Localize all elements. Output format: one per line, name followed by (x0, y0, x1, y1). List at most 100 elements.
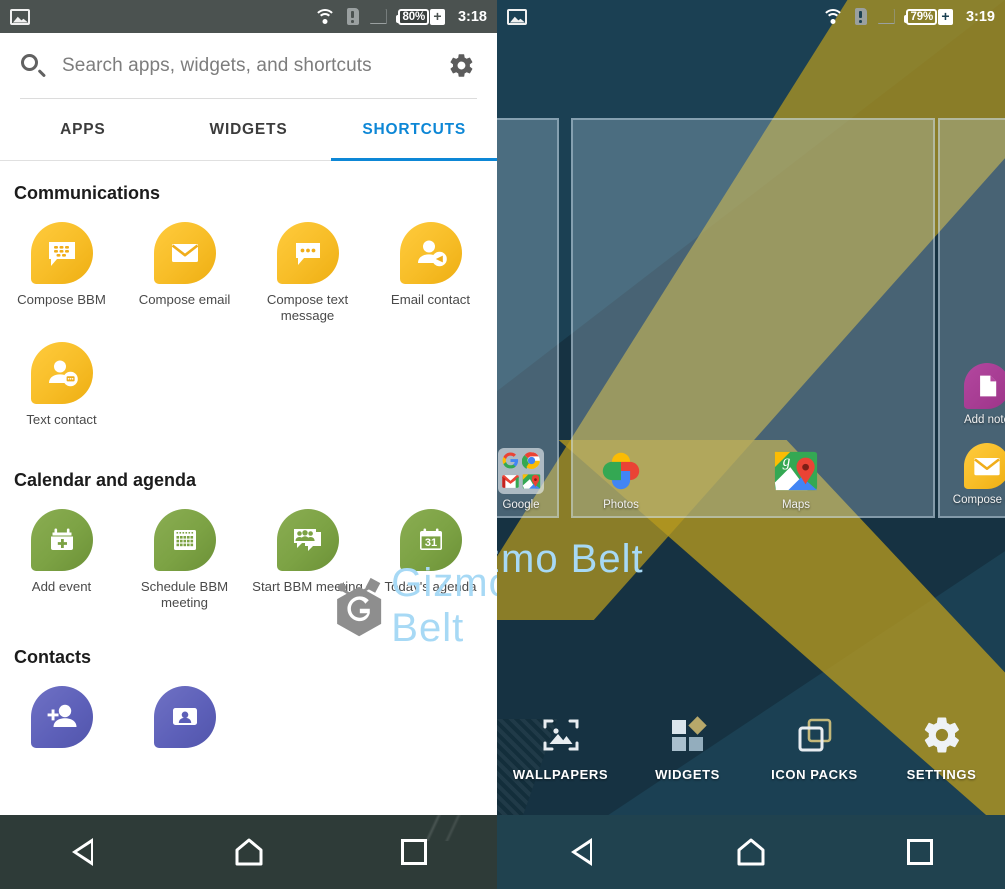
toolbar-settings-button[interactable]: SETTINGS (878, 714, 1005, 782)
home-icon-photos[interactable]: Photos (578, 448, 664, 511)
shortcut-text-contact[interactable]: Text contact (0, 338, 123, 428)
shortcut-contact-card[interactable] (123, 682, 246, 756)
home-icon-maps[interactable]: g Maps (753, 448, 839, 511)
section-title-contacts: Contacts (14, 647, 92, 667)
image-icon (10, 8, 30, 25)
google-photos-icon (598, 448, 644, 494)
home-icon-google-folder[interactable]: Google (497, 448, 564, 511)
shortcut-label: Email contact (390, 292, 471, 307)
shortcut-email-contact[interactable]: Email contact (369, 218, 492, 324)
battery-level: 79% (910, 10, 934, 23)
back-triangle-icon (571, 838, 593, 866)
sim-alert-icon (854, 8, 867, 25)
signal-icon (369, 9, 387, 24)
search-icon (20, 53, 47, 79)
status-time: 3:19 (965, 8, 995, 25)
toolbar-label: WALLPAPERS (512, 766, 609, 782)
back-triangle-icon (72, 838, 94, 866)
shortcut-add-contact[interactable] (0, 682, 123, 756)
screenshot-root: 80% + 3:18 Search apps, widgets, and sho… (0, 0, 1005, 889)
widgets-blocks-icon (671, 715, 707, 751)
shortcuts-list[interactable]: Communications Compose BBM Compose email… (0, 161, 497, 815)
home-icon-add-note[interactable]: Add note (944, 363, 1005, 426)
wifi-icon (313, 8, 336, 25)
toolbar-wallpapers-button[interactable]: WALLPAPERS (497, 714, 624, 782)
navigation-bar (0, 815, 497, 889)
home-icon-label: Compose em (952, 494, 1005, 506)
calendar-31-icon: 31 (399, 509, 462, 571)
shortcut-label: Schedule BBM meeting (140, 579, 229, 610)
shortcut-row: Add event Schedule BBM meeting Start BBM… (0, 505, 497, 611)
shortcut-label: Compose text message (266, 292, 349, 323)
google-folder-icon (498, 448, 544, 494)
nav-back-button[interactable] (497, 838, 666, 866)
drawer-settings-button[interactable] (441, 46, 481, 86)
section-title-communications: Communications (14, 183, 161, 203)
shortcut-compose-bbm[interactable]: Compose BBM (0, 218, 123, 324)
drawer-tabs: APPS WIDGETS SHORTCUTS (0, 99, 497, 161)
shortcut-label: Compose BBM (17, 292, 106, 307)
toolbar-label: WIDGETS (655, 766, 720, 782)
search-bar: Search apps, widgets, and shortcuts (0, 33, 497, 98)
toolbar-widgets-button[interactable]: WIDGETS (624, 714, 751, 782)
sim-alert-icon (346, 8, 359, 25)
battery-plus-badge: + (429, 8, 445, 25)
nav-home-button[interactable] (166, 838, 332, 866)
status-bar: 80% + 3:18 (0, 0, 497, 33)
shortcut-label: Start BBM meeting (252, 579, 363, 594)
nav-recents-button[interactable] (331, 839, 497, 865)
svg-text:g: g (783, 453, 791, 470)
tab-apps[interactable]: APPS (0, 99, 166, 160)
battery-plus-badge: + (937, 8, 953, 25)
shortcut-schedule-bbm-meeting[interactable]: Schedule BBM meeting (123, 505, 246, 611)
gear-icon (924, 717, 959, 752)
svg-text:31: 31 (424, 537, 436, 549)
nav-recents-button[interactable] (836, 839, 1005, 865)
shortcut-todays-agenda[interactable]: 31 Today's agenda (369, 505, 492, 611)
nav-home-button[interactable] (666, 838, 835, 866)
toolbar-icon-packs-button[interactable]: ICON PACKS (751, 714, 878, 782)
contact-chat-icon (30, 342, 93, 404)
shortcut-label: Compose email (138, 292, 231, 307)
home-icon-label: Google (502, 499, 540, 511)
home-icon-compose-email[interactable]: Compose em (944, 443, 1005, 506)
contact-send-icon (399, 222, 462, 284)
shortcut-label: Text contact (26, 412, 97, 427)
shortcut-start-bbm-meeting[interactable]: Start BBM meeting (246, 505, 369, 611)
wallpaper-picture-icon (543, 719, 578, 750)
tab-shortcuts[interactable]: SHORTCUTS (331, 99, 497, 161)
editor-toolbar: WALLPAPERS WIDGETS ICON PACKS SETTINGS (497, 680, 1005, 815)
shortcut-label: Add event (31, 579, 92, 594)
envelope-icon (964, 443, 1005, 489)
image-icon (507, 8, 527, 25)
toolbar-label: ICON PACKS (771, 766, 858, 782)
battery-indicator: 80% + (395, 8, 445, 25)
tab-widgets[interactable]: WIDGETS (166, 99, 332, 160)
calendar-plus-icon (30, 509, 93, 571)
bbm-chat-icon (30, 222, 93, 284)
meeting-people-icon (276, 509, 339, 571)
add-contact-icon (30, 686, 93, 748)
app-drawer-panel: 80% + 3:18 Search apps, widgets, and sho… (0, 0, 497, 889)
home-icon-label: Add note (963, 414, 1005, 426)
shortcut-row: Text contact (0, 338, 497, 428)
nav-back-button[interactable] (0, 838, 166, 866)
home-screen-editor-panel: 79% + 3:19 Google Photos g Maps Add not … (497, 0, 1005, 889)
shortcut-compose-text-message[interactable]: Compose text message (246, 218, 369, 324)
calendar-grid-icon (153, 509, 216, 571)
google-maps-icon: g (773, 448, 819, 494)
section-title-calendar: Calendar and agenda (14, 470, 197, 490)
home-page-previews: Google Photos g Maps Add not Compose mo … (497, 118, 1005, 581)
recents-square-icon (401, 839, 428, 865)
status-time: 3:18 (457, 8, 487, 25)
contact-card-icon (153, 686, 216, 748)
shortcut-row (0, 682, 497, 756)
search-input[interactable]: Search apps, widgets, and shortcuts (62, 55, 441, 77)
toolbar-label: SETTINGS (906, 766, 977, 782)
gear-icon (449, 54, 472, 77)
battery-indicator: 79% + (903, 8, 953, 25)
signal-icon (877, 9, 895, 24)
search-placeholder: Search apps, widgets, and shortcuts (62, 54, 372, 76)
shortcut-compose-email[interactable]: Compose email (123, 218, 246, 324)
shortcut-add-event[interactable]: Add event (0, 505, 123, 611)
